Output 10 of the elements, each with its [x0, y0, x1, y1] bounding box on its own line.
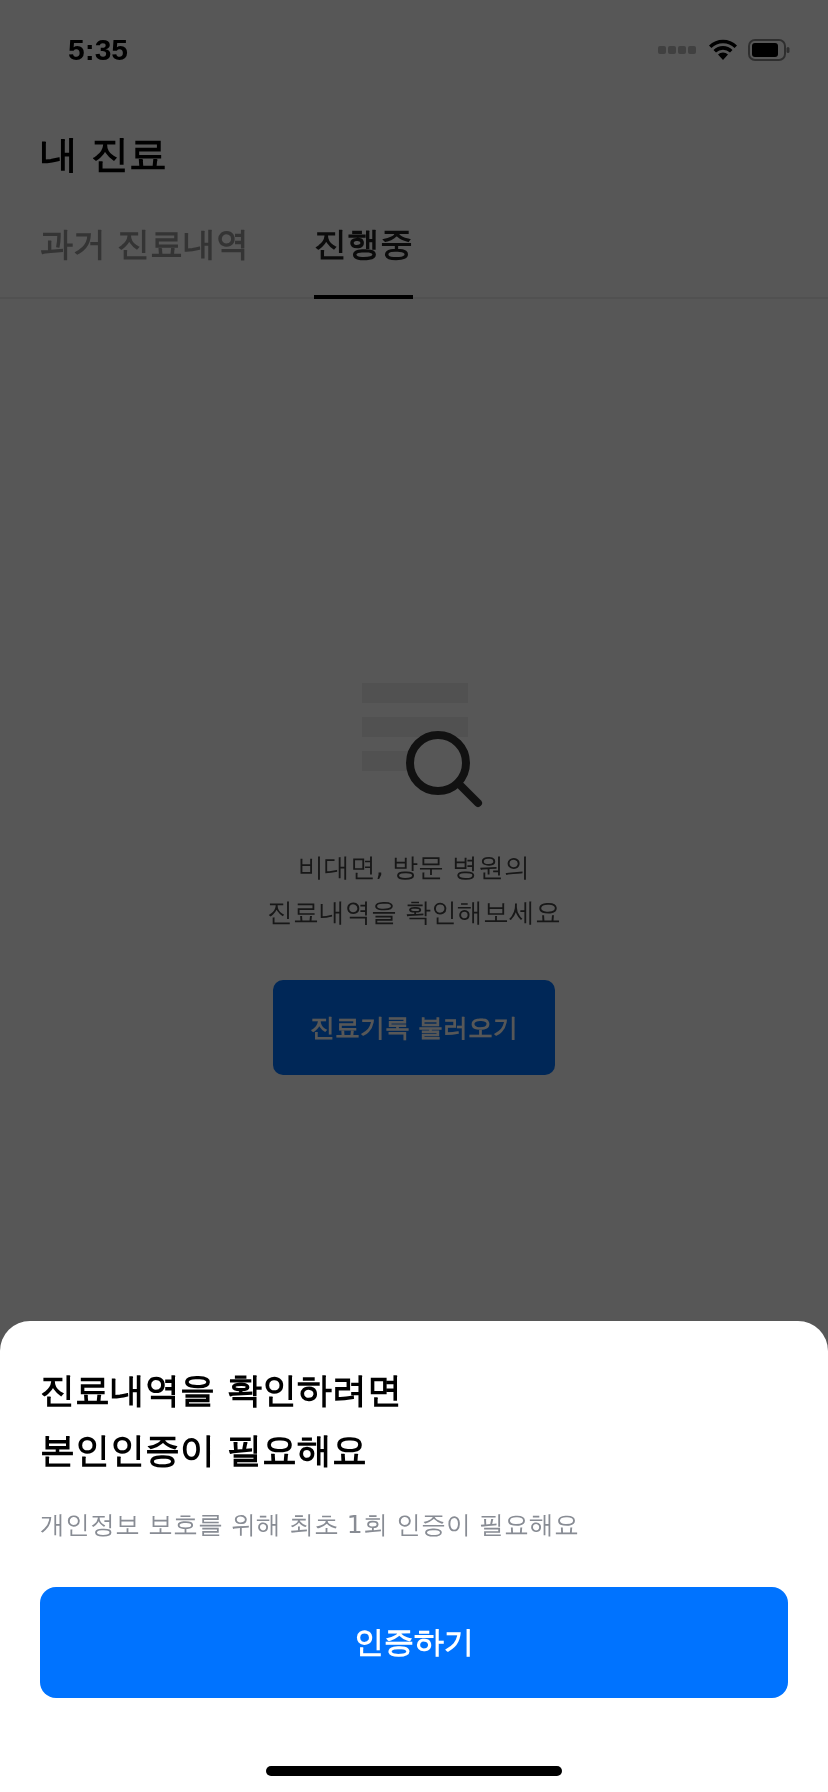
sheet-description: 개인정보 보호를 위해 최초 1회 인증이 필요해요 [40, 1509, 580, 1541]
tab[interactable]: 진행중 [313, 221, 413, 299]
sheet-title: 진료내역을 확인하려면 본인인증이 필요해요 [40, 1369, 404, 1472]
verify-button[interactable]: 인증하기 [40, 1587, 788, 1698]
load-records-button[interactable]: 진료기록 불러오기 [273, 979, 555, 1075]
status-time: 5:35 [68, 33, 129, 67]
empty-message: 비대면, 방문 병원의 진료내역을 확인해보세요 [266, 850, 562, 930]
wifi-icon [708, 39, 738, 61]
battery-icon [748, 39, 790, 61]
page-title: 내 진료 [40, 132, 169, 178]
